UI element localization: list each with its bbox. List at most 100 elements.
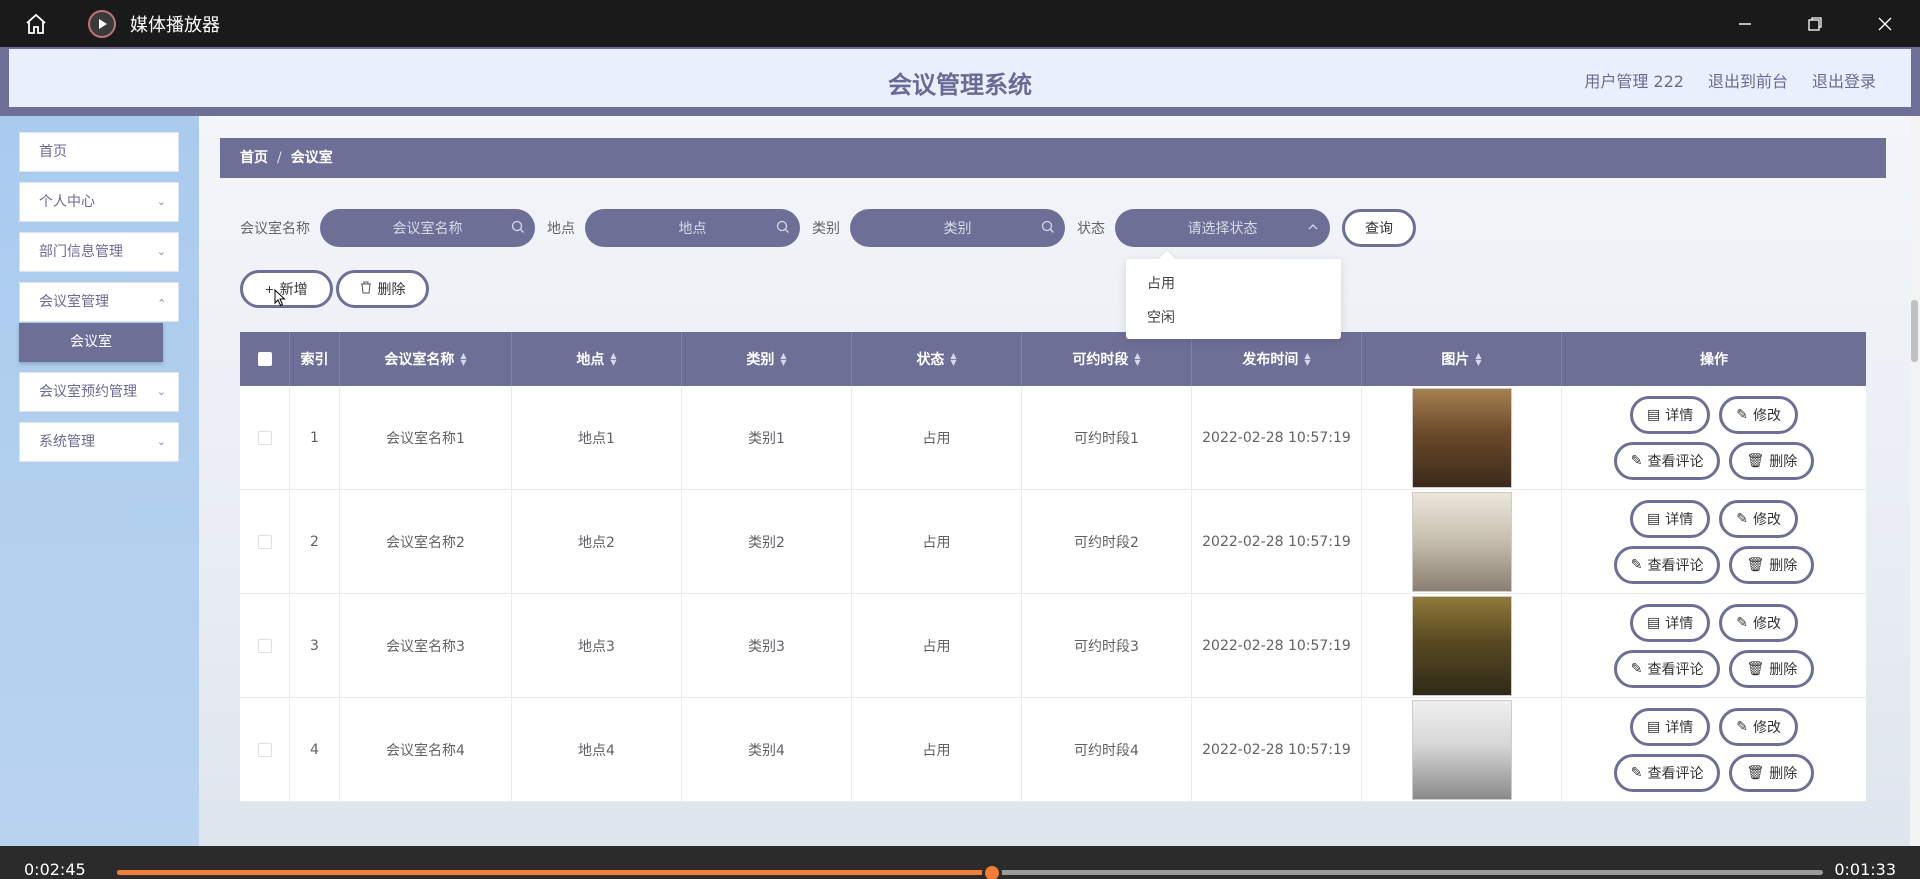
category-search-input[interactable]: 类别 <box>850 209 1065 247</box>
sidebar-item-label: 系统管理 <box>39 434 95 450</box>
column-header-status[interactable]: 状态 ▲ ▼ <box>852 332 1022 386</box>
column-header-name[interactable]: 会议室名称 ▲ ▼ <box>340 332 512 386</box>
player-control-bar: 0:02:45 0:01:33 <box>0 846 1920 879</box>
sidebar-item-meeting-room[interactable]: 会议室管理 ⌄ <box>19 282 179 322</box>
cell-status: 占用 <box>852 698 1022 801</box>
back-to-frontend-link[interactable]: 退出到前台 <box>1708 68 1788 92</box>
minimize-button[interactable] <box>1710 0 1780 47</box>
pencil-icon: ✎ <box>1630 556 1643 572</box>
row-checkbox[interactable] <box>257 638 272 653</box>
column-header-time[interactable]: 发布时间 ▲ ▼ <box>1192 332 1362 386</box>
sidebar-item-label: 首页 <box>39 144 67 160</box>
document-icon: ▤ <box>1647 406 1661 422</box>
restore-button[interactable] <box>1780 0 1850 47</box>
column-header-location[interactable]: 地点 ▲ ▼ <box>512 332 682 386</box>
delete-button[interactable]: 🗑 删除 <box>1729 441 1815 480</box>
column-header-slot[interactable]: 可约时段 ▲ ▼ <box>1022 332 1192 386</box>
meeting-room-image[interactable] <box>1411 387 1512 488</box>
category-label: 类别 <box>812 221 840 237</box>
edit-button[interactable]: ✎ 修改 <box>1719 603 1798 642</box>
cell-time: 2022-02-28 10:57:19 <box>1192 386 1362 489</box>
sort-icon: ▲ ▼ <box>460 351 467 367</box>
location-search-input[interactable]: 地点 <box>585 209 800 247</box>
breadcrumb-home[interactable]: 首页 <box>240 150 268 166</box>
status-option-occupied[interactable]: 占用 <box>1126 267 1341 301</box>
view-comments-button[interactable]: ✎ 查看评论 <box>1613 753 1721 792</box>
sidebar-item-personal-center[interactable]: 个人中心 ⌄ <box>19 182 179 222</box>
sidebar-item-label: 个人中心 <box>39 194 95 210</box>
name-label: 会议室名称 <box>240 221 310 237</box>
sidebar-item-department[interactable]: 部门信息管理 ⌄ <box>19 232 179 272</box>
name-search-input[interactable]: 会议室名称 <box>320 209 535 247</box>
location-label: 地点 <box>547 221 575 237</box>
column-header-category[interactable]: 类别 ▲ ▼ <box>682 332 852 386</box>
sort-icon: ▲ ▼ <box>1475 351 1482 367</box>
view-comments-button[interactable]: ✎ 查看评论 <box>1613 545 1721 584</box>
row-checkbox[interactable] <box>257 742 272 757</box>
query-button[interactable]: 查询 <box>1342 209 1416 247</box>
logout-link[interactable]: 退出登录 <box>1812 68 1876 92</box>
sidebar-item-label: 会议室预约管理 <box>39 384 137 400</box>
cell-index: 4 <box>290 698 340 801</box>
sort-icon: ▲ ▼ <box>610 351 617 367</box>
column-header-image[interactable]: 图片 ▲ ▼ <box>1362 332 1562 386</box>
meeting-room-image[interactable] <box>1411 699 1512 800</box>
sidebar-item-system[interactable]: 系统管理 ⌄ <box>19 422 179 462</box>
delete-button[interactable]: 🗑 删除 <box>1729 649 1815 688</box>
sort-icon: ▲ ▼ <box>950 351 957 367</box>
media-player-logo-icon <box>88 9 116 38</box>
sort-icon: ▲ ▼ <box>1304 351 1311 367</box>
table-row: 1 会议室名称1 地点1 类别1 占用 可约时段1 2022-02-28 10:57:19 ▤… <box>240 386 1866 490</box>
cell-time: 2022-02-28 10:57:19 <box>1192 698 1362 801</box>
user-management-link[interactable]: 用户管理 222 <box>1584 68 1684 92</box>
app-header: 会议管理系统 用户管理 222 退出到前台 退出登录 <box>0 47 1920 116</box>
detail-button[interactable]: ▤ 详情 <box>1630 499 1711 538</box>
edit-button[interactable]: ✎ 修改 <box>1719 707 1798 746</box>
select-all-checkbox[interactable] <box>257 352 272 366</box>
view-comments-button[interactable]: ✎ 查看评论 <box>1613 649 1721 688</box>
cell-slot: 可约时段2 <box>1022 490 1192 593</box>
meeting-room-image[interactable] <box>1411 491 1512 592</box>
status-option-free[interactable]: 空闲 <box>1126 301 1341 335</box>
delete-button[interactable]: 🗑 删除 <box>1729 753 1815 792</box>
pencil-icon: ✎ <box>1630 660 1643 676</box>
search-icon <box>511 220 525 238</box>
trash-icon <box>360 281 372 297</box>
detail-button[interactable]: ▤ 详情 <box>1630 395 1711 434</box>
cell-name: 会议室名称1 <box>340 386 512 489</box>
view-comments-button[interactable]: ✎ 查看评论 <box>1613 441 1721 480</box>
cell-name: 会议室名称2 <box>340 490 512 593</box>
cell-location: 地点1 <box>512 386 682 489</box>
document-icon: ▤ <box>1647 614 1661 630</box>
meeting-room-image[interactable] <box>1411 595 1512 696</box>
detail-button[interactable]: ▤ 详情 <box>1630 603 1711 642</box>
pencil-icon: ✎ <box>1630 764 1643 780</box>
chevron-down-icon: ⌄ <box>156 245 166 258</box>
cell-name: 会议室名称4 <box>340 698 512 801</box>
sidebar-subitem-meeting-room[interactable]: 会议室 <box>19 323 163 362</box>
vertical-scrollbar[interactable] <box>1910 116 1920 846</box>
close-button[interactable] <box>1850 0 1920 47</box>
seek-bar-progress <box>117 870 993 875</box>
cell-category: 类别1 <box>682 386 852 489</box>
edit-button[interactable]: ✎ 修改 <box>1719 499 1798 538</box>
document-icon: ▤ <box>1647 718 1661 734</box>
row-checkbox[interactable] <box>257 534 272 549</box>
home-icon[interactable] <box>18 6 54 42</box>
edit-button[interactable]: ✎ 修改 <box>1719 395 1798 434</box>
add-button[interactable]: + 新增 <box>240 270 333 308</box>
chevron-down-icon: ⌄ <box>156 195 166 208</box>
sidebar-item-home[interactable]: 首页 <box>19 132 179 172</box>
scrollbar-thumb[interactable] <box>1911 300 1918 362</box>
delete-button[interactable]: 🗑 删除 <box>1729 545 1815 584</box>
sidebar-item-reservation[interactable]: 会议室预约管理 ⌄ <box>19 372 179 412</box>
sidebar: 首页 个人中心 ⌄ 部门信息管理 ⌄ 会议室管理 ⌄ 会议室 会议室预约管理 ⌄ 系统管… <box>0 116 199 846</box>
seek-bar[interactable] <box>117 863 1823 879</box>
status-select[interactable]: 请选择状态 <box>1115 209 1330 247</box>
remaining-time: 0:01:33 <box>1834 860 1896 879</box>
seek-handle[interactable] <box>982 863 1003 879</box>
detail-button[interactable]: ▤ 详情 <box>1630 707 1711 746</box>
row-checkbox[interactable] <box>257 430 272 445</box>
search-icon <box>1041 220 1055 238</box>
batch-delete-button[interactable]: 删除 <box>336 270 429 308</box>
